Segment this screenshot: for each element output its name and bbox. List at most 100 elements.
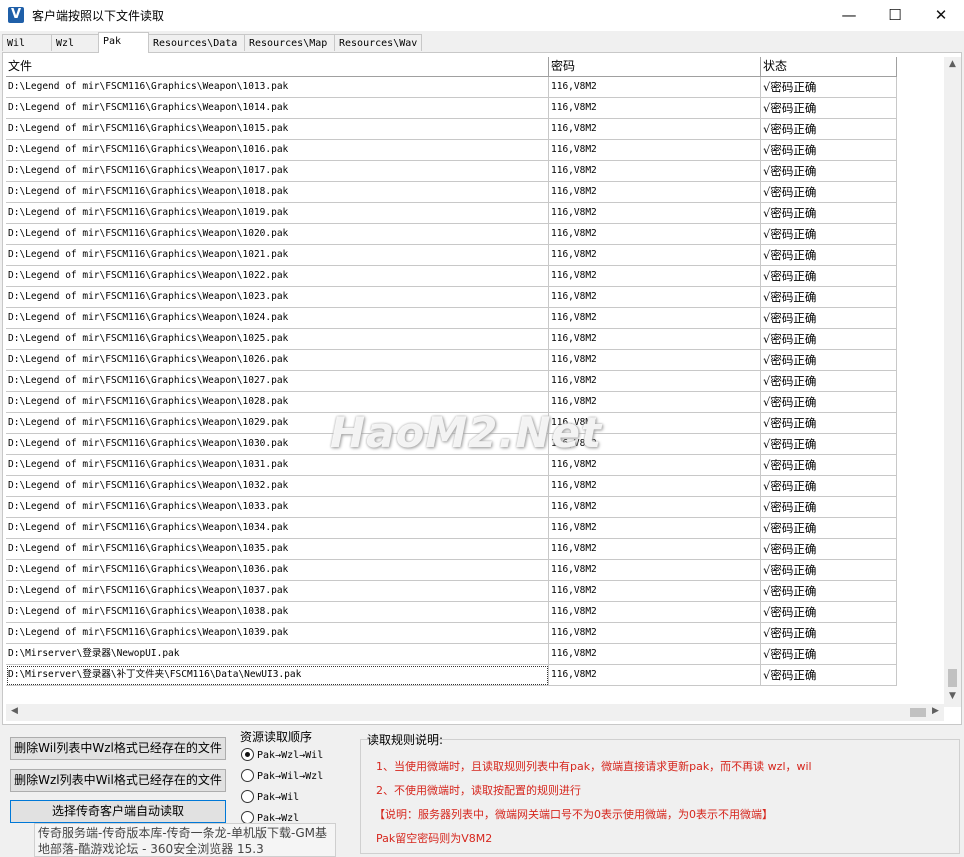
tab-resources-wav[interactable]: Resources\Wav bbox=[334, 34, 422, 51]
scroll-left-icon[interactable]: ◀ bbox=[6, 706, 23, 716]
read-order-option-pak-wzl-wil[interactable]: Pak→Wzl→Wil bbox=[241, 747, 323, 765]
status-cell[interactable]: √密码正确 bbox=[761, 350, 897, 371]
table-row[interactable]: D:\Legend of mir\FSCM116\Graphics\Weapon… bbox=[6, 560, 897, 581]
table-row[interactable]: D:\Mirserver\登录器\补丁文件夹\FSCM116\Data\NewU… bbox=[6, 665, 897, 686]
password-cell[interactable]: 116,V8M2 bbox=[549, 203, 761, 224]
horizontal-scrollbar[interactable]: ◀ ▶ bbox=[6, 704, 944, 721]
file-cell[interactable]: D:\Legend of mir\FSCM116\Graphics\Weapon… bbox=[6, 329, 549, 350]
file-cell[interactable]: D:\Legend of mir\FSCM116\Graphics\Weapon… bbox=[6, 182, 549, 203]
read-order-option-pak-wil[interactable]: Pak→Wil bbox=[241, 789, 299, 807]
tab-wil[interactable]: Wil bbox=[2, 34, 52, 51]
vertical-scroll-thumb[interactable] bbox=[948, 669, 957, 687]
table-row[interactable]: D:\Legend of mir\FSCM116\Graphics\Weapon… bbox=[6, 203, 897, 224]
file-cell[interactable]: D:\Mirserver\登录器\NewopUI.pak bbox=[6, 644, 549, 665]
file-cell[interactable]: D:\Legend of mir\FSCM116\Graphics\Weapon… bbox=[6, 371, 549, 392]
status-cell[interactable]: √密码正确 bbox=[761, 602, 897, 623]
file-cell[interactable]: D:\Legend of mir\FSCM116\Graphics\Weapon… bbox=[6, 455, 549, 476]
read-order-option-pak-wil-wzl[interactable]: Pak→Wil→Wzl bbox=[241, 768, 323, 786]
status-cell[interactable]: √密码正确 bbox=[761, 182, 897, 203]
column-header-file[interactable]: 文件 bbox=[6, 57, 549, 77]
file-cell[interactable]: D:\Legend of mir\FSCM116\Graphics\Weapon… bbox=[6, 287, 549, 308]
status-cell[interactable]: √密码正确 bbox=[761, 77, 897, 98]
table-row[interactable]: D:\Legend of mir\FSCM116\Graphics\Weapon… bbox=[6, 602, 897, 623]
radio-unchecked-icon[interactable] bbox=[241, 810, 254, 824]
password-cell[interactable]: 116,V8M2 bbox=[549, 182, 761, 203]
file-cell[interactable]: D:\Legend of mir\FSCM116\Graphics\Weapon… bbox=[6, 518, 549, 539]
password-cell[interactable]: 116,V8M2 bbox=[549, 476, 761, 497]
status-cell[interactable]: √密码正确 bbox=[761, 623, 897, 644]
close-button[interactable]: ✕ bbox=[918, 0, 964, 31]
file-cell[interactable]: D:\Legend of mir\FSCM116\Graphics\Weapon… bbox=[6, 161, 549, 182]
table-row[interactable]: D:\Legend of mir\FSCM116\Graphics\Weapon… bbox=[6, 287, 897, 308]
password-cell[interactable]: 116,V8M2 bbox=[549, 308, 761, 329]
tab-resources-map[interactable]: Resources\Map bbox=[244, 34, 335, 51]
file-cell[interactable]: D:\Legend of mir\FSCM116\Graphics\Weapon… bbox=[6, 245, 549, 266]
minimize-button[interactable]: — bbox=[826, 0, 872, 31]
file-cell[interactable]: D:\Legend of mir\FSCM116\Graphics\Weapon… bbox=[6, 266, 549, 287]
status-cell[interactable]: √密码正确 bbox=[761, 287, 897, 308]
status-cell[interactable]: √密码正确 bbox=[761, 371, 897, 392]
scroll-down-icon[interactable]: ▼ bbox=[944, 691, 961, 701]
file-cell[interactable]: D:\Legend of mir\FSCM116\Graphics\Weapon… bbox=[6, 539, 549, 560]
table-row[interactable]: D:\Legend of mir\FSCM116\Graphics\Weapon… bbox=[6, 539, 897, 560]
file-cell[interactable]: D:\Legend of mir\FSCM116\Graphics\Weapon… bbox=[6, 602, 549, 623]
auto-read-client-button[interactable]: 选择传奇客户端自动读取 bbox=[10, 800, 226, 823]
column-header-password[interactable]: 密码 bbox=[549, 57, 761, 77]
password-cell[interactable]: 116,V8M2 bbox=[549, 245, 761, 266]
password-cell[interactable]: 116,V8M2 bbox=[549, 98, 761, 119]
table-row[interactable]: D:\Legend of mir\FSCM116\Graphics\Weapon… bbox=[6, 476, 897, 497]
status-cell[interactable]: √密码正确 bbox=[761, 560, 897, 581]
status-cell[interactable]: √密码正确 bbox=[761, 434, 897, 455]
file-cell[interactable]: D:\Legend of mir\FSCM116\Graphics\Weapon… bbox=[6, 77, 549, 98]
file-cell[interactable]: D:\Legend of mir\FSCM116\Graphics\Weapon… bbox=[6, 560, 549, 581]
status-cell[interactable]: √密码正确 bbox=[761, 455, 897, 476]
table-row[interactable]: D:\Legend of mir\FSCM116\Graphics\Weapon… bbox=[6, 623, 897, 644]
table-row[interactable]: D:\Legend of mir\FSCM116\Graphics\Weapon… bbox=[6, 182, 897, 203]
status-cell[interactable]: √密码正确 bbox=[761, 203, 897, 224]
status-cell[interactable]: √密码正确 bbox=[761, 539, 897, 560]
status-cell[interactable]: √密码正确 bbox=[761, 497, 897, 518]
password-cell[interactable]: 116,V8M2 bbox=[549, 602, 761, 623]
file-cell[interactable]: D:\Legend of mir\FSCM116\Graphics\Weapon… bbox=[6, 581, 549, 602]
password-cell[interactable]: 116,V8M2 bbox=[549, 644, 761, 665]
file-cell[interactable]: D:\Legend of mir\FSCM116\Graphics\Weapon… bbox=[6, 476, 549, 497]
table-row[interactable]: D:\Legend of mir\FSCM116\Graphics\Weapon… bbox=[6, 581, 897, 602]
file-cell[interactable]: D:\Legend of mir\FSCM116\Graphics\Weapon… bbox=[6, 140, 549, 161]
table-row[interactable]: D:\Legend of mir\FSCM116\Graphics\Weapon… bbox=[6, 140, 897, 161]
status-cell[interactable]: √密码正确 bbox=[761, 518, 897, 539]
table-row[interactable]: D:\Legend of mir\FSCM116\Graphics\Weapon… bbox=[6, 98, 897, 119]
radio-unchecked-icon[interactable] bbox=[241, 768, 254, 782]
file-cell[interactable]: D:\Legend of mir\FSCM116\Graphics\Weapon… bbox=[6, 224, 549, 245]
password-cell[interactable]: 116,V8M2 bbox=[549, 119, 761, 140]
password-cell[interactable]: 116,V8M2 bbox=[549, 560, 761, 581]
file-cell[interactable]: D:\Legend of mir\FSCM116\Graphics\Weapon… bbox=[6, 623, 549, 644]
table-row[interactable]: D:\Legend of mir\FSCM116\Graphics\Weapon… bbox=[6, 308, 897, 329]
password-cell[interactable]: 116,V8M2 bbox=[549, 77, 761, 98]
status-cell[interactable]: √密码正确 bbox=[761, 413, 897, 434]
radio-unchecked-icon[interactable] bbox=[241, 789, 254, 803]
password-cell[interactable]: 116,V8M2 bbox=[549, 329, 761, 350]
password-cell[interactable]: 116,V8M2 bbox=[549, 140, 761, 161]
password-cell[interactable]: 116,V8M2 bbox=[549, 455, 761, 476]
status-cell[interactable]: √密码正确 bbox=[761, 98, 897, 119]
file-cell[interactable]: D:\Legend of mir\FSCM116\Graphics\Weapon… bbox=[6, 119, 549, 140]
file-cell[interactable]: D:\Legend of mir\FSCM116\Graphics\Weapon… bbox=[6, 98, 549, 119]
password-cell[interactable]: 116,V8M2 bbox=[549, 539, 761, 560]
radio-checked-icon[interactable] bbox=[241, 747, 254, 761]
password-cell[interactable]: 116,V8M2 bbox=[549, 287, 761, 308]
password-cell[interactable]: 116,V8M2 bbox=[549, 350, 761, 371]
delete-wzl-duplicates-button[interactable]: 删除Wzl列表中Wil格式已经存在的文件 bbox=[10, 769, 226, 792]
file-cell[interactable]: D:\Legend of mir\FSCM116\Graphics\Weapon… bbox=[6, 308, 549, 329]
tab-pak[interactable]: Pak bbox=[98, 32, 149, 53]
table-row[interactable]: D:\Legend of mir\FSCM116\Graphics\Weapon… bbox=[6, 371, 897, 392]
password-cell[interactable]: 116,V8M2 bbox=[549, 371, 761, 392]
status-cell[interactable]: √密码正确 bbox=[761, 329, 897, 350]
table-row[interactable]: D:\Mirserver\登录器\NewopUI.pak 116,V8M2 √密码正… bbox=[6, 644, 897, 665]
password-cell[interactable]: 116,V8M2 bbox=[549, 497, 761, 518]
table-row[interactable]: D:\Legend of mir\FSCM116\Graphics\Weapon… bbox=[6, 266, 897, 287]
status-cell[interactable]: √密码正确 bbox=[761, 665, 897, 686]
file-cell[interactable]: D:\Legend of mir\FSCM116\Graphics\Weapon… bbox=[6, 350, 549, 371]
status-cell[interactable]: √密码正确 bbox=[761, 476, 897, 497]
password-cell[interactable]: 116,V8M2 bbox=[549, 623, 761, 644]
delete-wil-duplicates-button[interactable]: 删除Wil列表中Wzl格式已经存在的文件 bbox=[10, 737, 226, 760]
